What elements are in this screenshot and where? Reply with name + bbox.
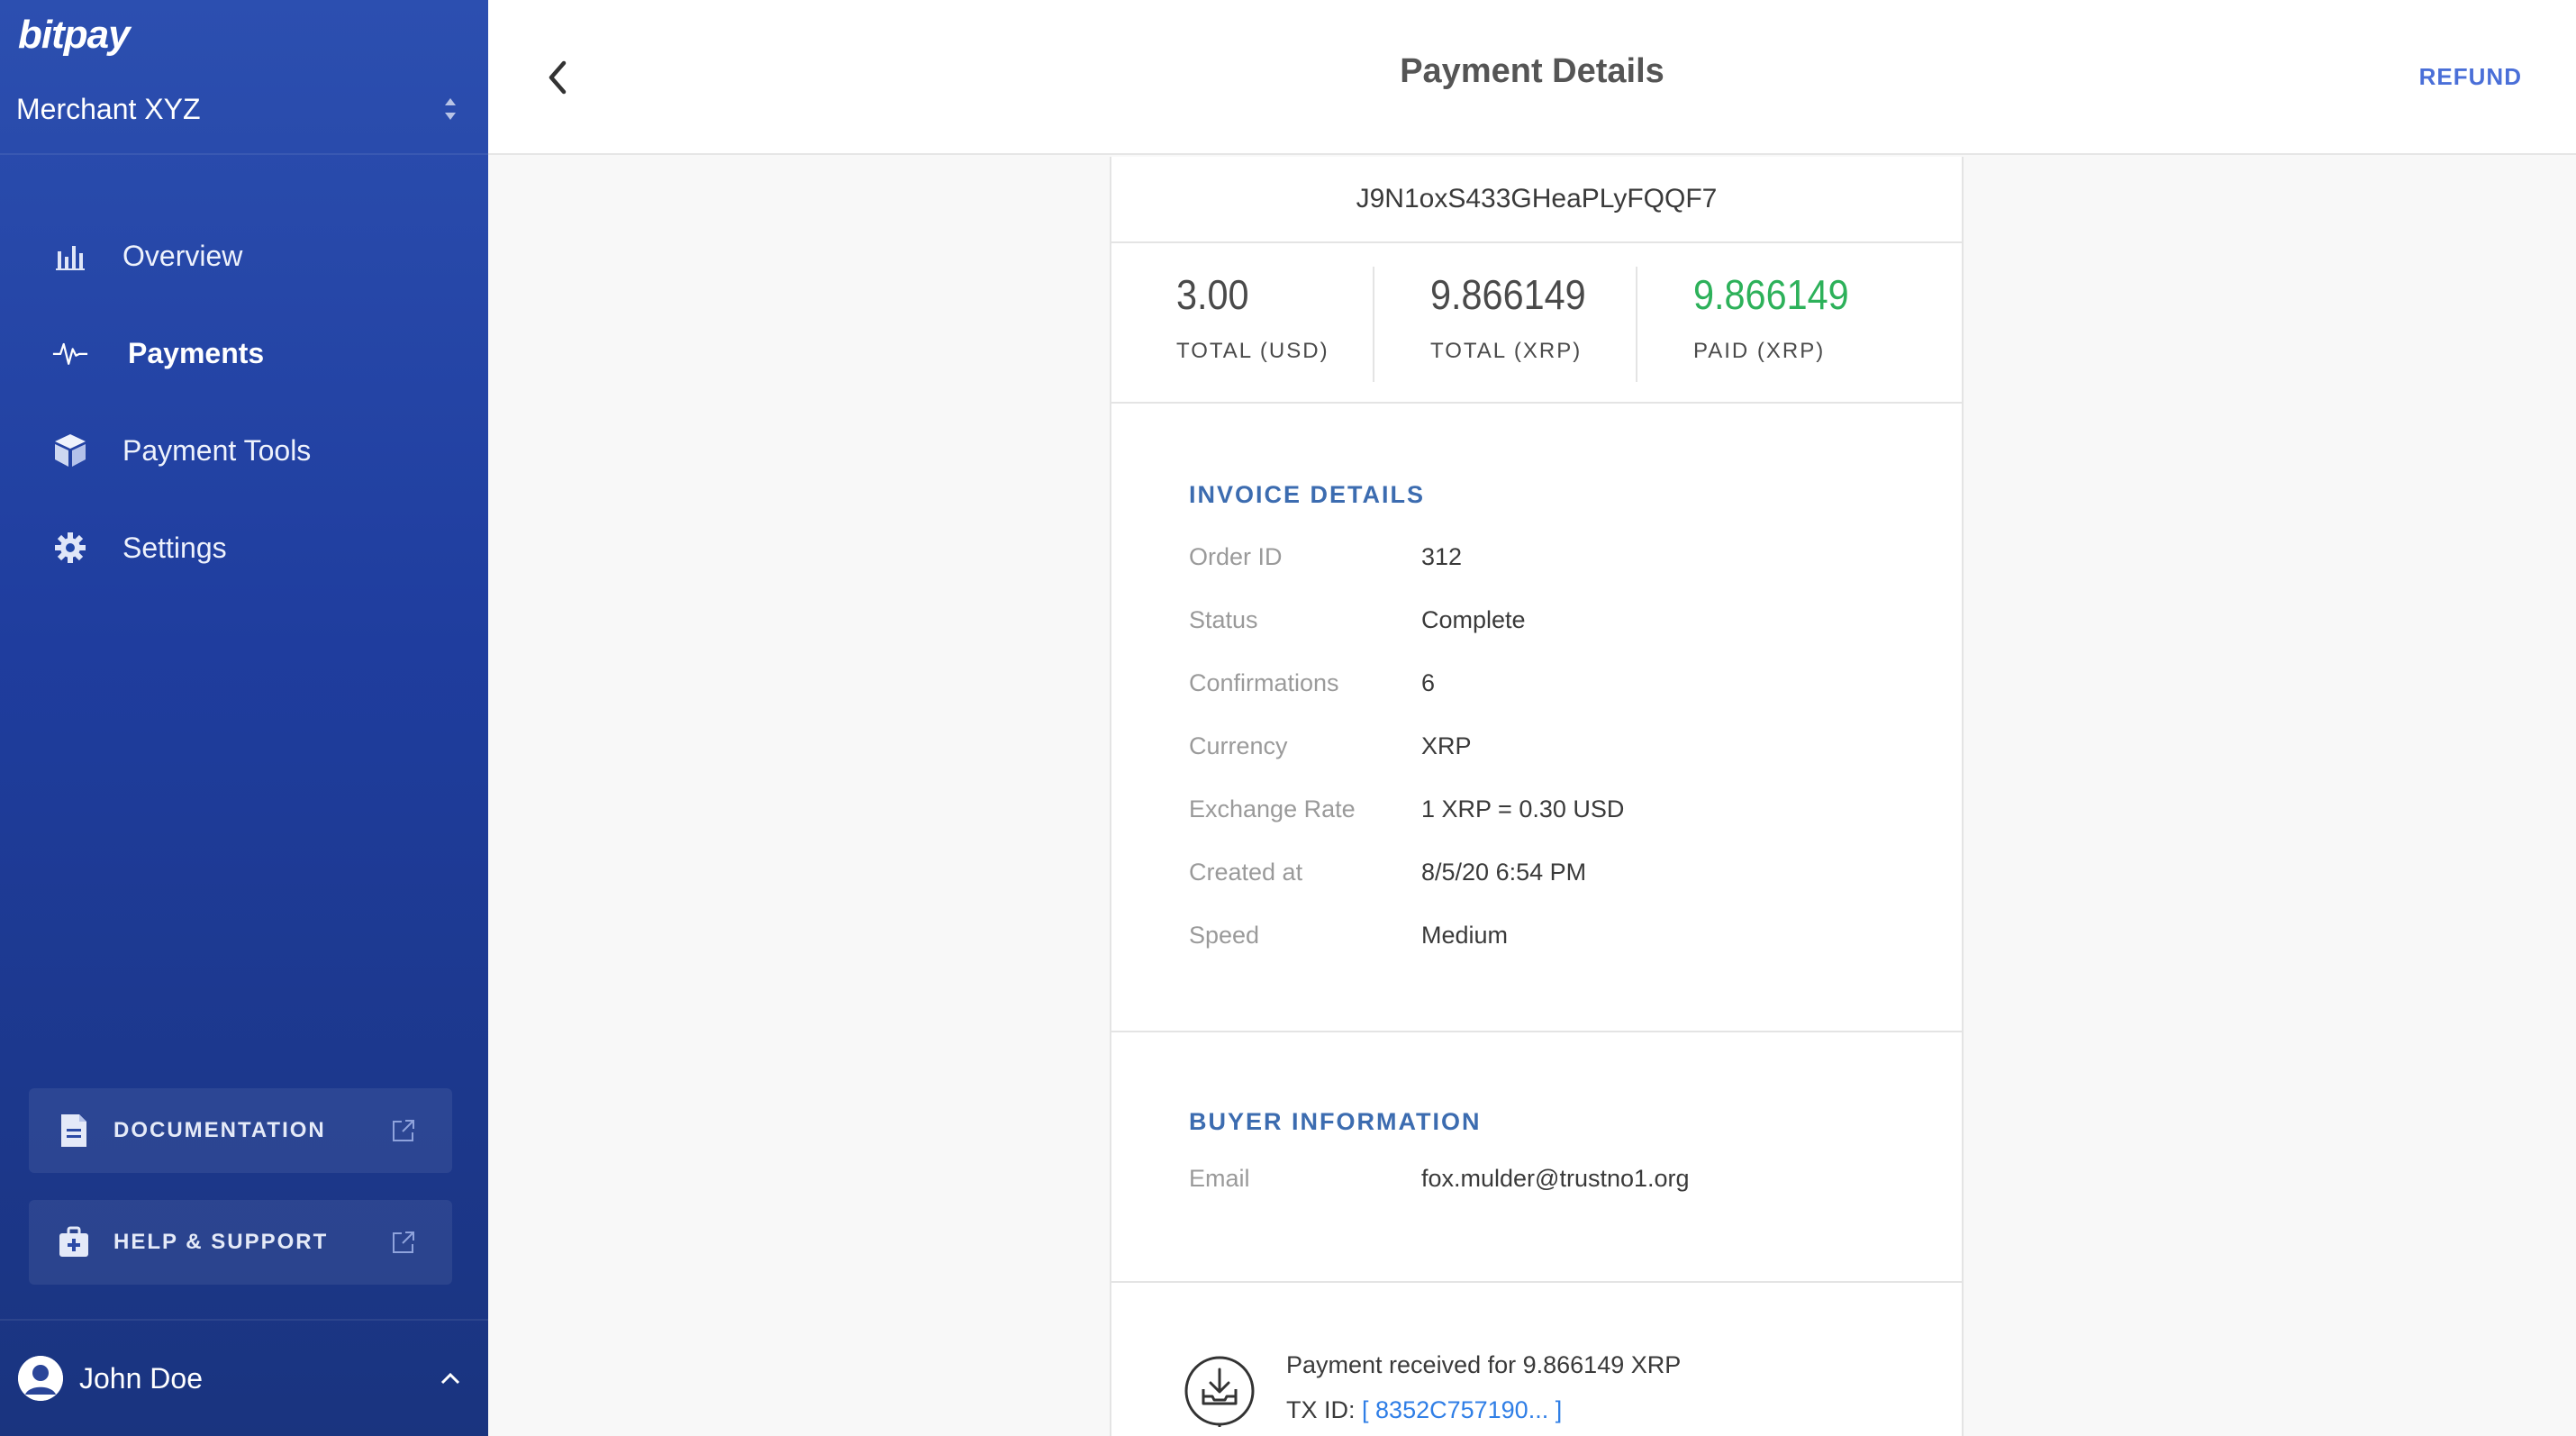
gear-icon: [52, 530, 88, 566]
detail-value: 8/5/20 6:54 PM: [1421, 858, 1587, 886]
sidebar-item-label: Payment Tools: [122, 433, 312, 467]
total-label: TOTAL (XRP): [1430, 339, 1583, 363]
external-link-icon: [393, 1232, 414, 1253]
detail-row: Confirmations 6: [1189, 651, 1962, 714]
invoice-id: J9N1oxS433GHeaPLyFQQF7: [1111, 157, 1962, 243]
sidebar-item-label: Payments: [128, 336, 265, 369]
detail-row: Created at 8/5/20 6:54 PM: [1189, 841, 1962, 904]
merchant-selector[interactable]: Merchant XYZ: [16, 86, 458, 132]
sidebar-item-payments[interactable]: Payments: [0, 304, 488, 402]
detail-value: 312: [1421, 542, 1463, 570]
document-icon: [61, 1114, 86, 1147]
cube-icon: [52, 432, 88, 468]
detail-row: Order ID 312: [1189, 525, 1962, 588]
updown-caret-icon: [443, 95, 458, 123]
sidebar-item-payment-tools[interactable]: Payment Tools: [0, 402, 488, 499]
section-title: INVOICE DETAILS: [1189, 481, 1426, 508]
buyer-email: fox.mulder@trustno1.org: [1421, 1164, 1690, 1192]
detail-row: Status Complete: [1189, 588, 1962, 651]
download-tray-icon: [1184, 1356, 1255, 1427]
paid-xrp: 9.866149 PAID (XRP): [1636, 243, 1962, 402]
detail-key: Exchange Rate: [1189, 795, 1356, 823]
detail-value: Complete: [1421, 605, 1526, 633]
sidebar-nav: Overview Payments Payment Tools Settings: [0, 207, 488, 596]
detail-key: Currency: [1189, 732, 1288, 759]
first-aid-kit-icon: [59, 1226, 88, 1257]
invoice-details-section: INVOICE DETAILS Order ID 312 Status Comple…: [1111, 404, 1962, 1032]
help-support-label: HELP & SUPPORT: [113, 1230, 329, 1254]
page-title: Payment Details: [1400, 52, 1664, 90]
sidebar: bitpay Merchant XYZ Overview Payments Pa…: [0, 0, 488, 1436]
detail-row: Exchange Rate 1 XRP = 0.30 USD: [1189, 777, 1962, 841]
page-header: Payment Details REFUND: [488, 0, 2576, 155]
detail-row: Currency XRP: [1189, 714, 1962, 777]
detail-key: Confirmations: [1189, 668, 1339, 696]
refund-button[interactable]: REFUND: [2419, 63, 2522, 91]
merchant-name: Merchant XYZ: [16, 92, 201, 125]
payment-activity: Payment received for 9.866149 XRP TX ID:…: [1111, 1283, 1962, 1432]
total-xrp: 9.866149 TOTAL (XRP): [1373, 243, 1636, 402]
tx-id-link[interactable]: [ 8352C757190... ]: [1362, 1396, 1562, 1423]
total-value: 3.00: [1176, 271, 1249, 318]
detail-key: Email: [1189, 1164, 1250, 1192]
sidebar-item-settings[interactable]: Settings: [0, 499, 488, 596]
detail-key: Status: [1189, 605, 1258, 633]
paid-value: 9.866149: [1693, 271, 1849, 318]
detail-value: XRP: [1421, 732, 1472, 759]
payment-details-card: J9N1oxS433GHeaPLyFQQF7 3.00 TOTAL (USD) …: [1110, 157, 1964, 1436]
total-label: TOTAL (USD): [1176, 339, 1329, 363]
pulse-icon: [52, 335, 88, 371]
sidebar-item-label: Overview: [122, 239, 243, 272]
detail-value: 1 XRP = 0.30 USD: [1421, 795, 1625, 823]
section-title: BUYER INFORMATION: [1189, 1108, 1482, 1135]
user-menu[interactable]: John Doe: [0, 1319, 488, 1436]
detail-key: Order ID: [1189, 542, 1283, 570]
detail-row: Email fox.mulder@trustno1.org: [1189, 1147, 1962, 1210]
user-name: John Doe: [79, 1361, 203, 1395]
total-label: PAID (XRP): [1693, 339, 1826, 363]
total-usd: 3.00 TOTAL (USD): [1111, 243, 1373, 402]
tx-id-line: TX ID: [ 8352C757190... ]: [1286, 1387, 1962, 1432]
detail-value: Medium: [1421, 921, 1509, 949]
bar-chart-icon: [52, 238, 88, 274]
tx-id-label: TX ID:: [1286, 1396, 1356, 1423]
detail-value: 6: [1421, 668, 1436, 696]
external-link-icon: [393, 1120, 414, 1141]
detail-row: Speed Medium: [1189, 904, 1962, 967]
documentation-label: DOCUMENTATION: [113, 1118, 326, 1142]
help-support-button[interactable]: HELP & SUPPORT: [29, 1200, 452, 1285]
total-value: 9.866149: [1430, 271, 1586, 318]
documentation-button[interactable]: DOCUMENTATION: [29, 1088, 452, 1173]
detail-key: Created at: [1189, 858, 1303, 886]
buyer-information-section: BUYER INFORMATION Email fox.mulder@trustn…: [1111, 1032, 1962, 1283]
bitpay-logo[interactable]: bitpay: [18, 13, 131, 58]
sidebar-item-overview[interactable]: Overview: [0, 207, 488, 304]
avatar: [18, 1356, 63, 1401]
sidebar-divider: [0, 153, 488, 155]
payment-received-text: Payment received for 9.866149 XRP: [1286, 1351, 1682, 1378]
detail-key: Speed: [1189, 921, 1260, 949]
chevron-up-icon: [440, 1372, 460, 1385]
totals-row: 3.00 TOTAL (USD) 9.866149 TOTAL (XRP) 9.…: [1111, 243, 1962, 404]
sidebar-item-label: Settings: [122, 531, 227, 564]
